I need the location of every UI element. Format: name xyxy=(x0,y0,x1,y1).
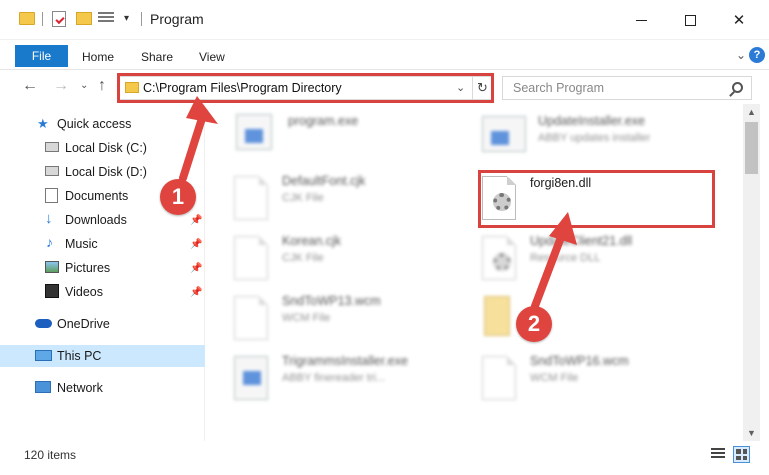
tab-share[interactable]: Share xyxy=(141,50,173,64)
gear-icon xyxy=(493,253,511,271)
scroll-thumb[interactable] xyxy=(745,122,758,174)
minimize-icon xyxy=(635,19,647,21)
sidebar-item-network[interactable]: Network xyxy=(0,377,205,399)
music-icon: ♪ xyxy=(46,234,53,250)
customize-view-icon[interactable] xyxy=(98,12,114,26)
tab-home[interactable]: Home xyxy=(82,50,114,64)
download-icon: ↓ xyxy=(45,210,53,227)
separator xyxy=(42,12,43,26)
computer-icon xyxy=(35,350,52,361)
pin-icon[interactable]: 📌 xyxy=(190,215,202,226)
videos-icon xyxy=(45,284,59,298)
pin-icon[interactable]: 📌 xyxy=(190,263,202,274)
file-list: program.exe DefaultFont.cjk CJK File Kor… xyxy=(206,104,743,441)
scroll-down-icon[interactable]: ▼ xyxy=(743,425,760,441)
close-button[interactable]: ✕ xyxy=(716,0,762,40)
maximize-icon xyxy=(684,14,696,26)
arrow-right-icon: → xyxy=(53,77,69,94)
exe-icon xyxy=(482,116,526,152)
sidebar-item-onedrive[interactable]: OneDrive xyxy=(0,313,205,335)
address-bar-highlight xyxy=(117,73,494,103)
file-item[interactable]: TrigrammsInstaller.exe ABBY finereader t… xyxy=(234,352,484,412)
star-icon: ★ xyxy=(37,116,49,131)
file-icon xyxy=(482,356,516,400)
dll-file-icon xyxy=(482,236,516,280)
recent-locations-button[interactable]: ⌄ xyxy=(80,80,88,91)
pin-icon[interactable]: 📌 xyxy=(190,287,202,298)
exe-icon xyxy=(234,356,268,400)
forward-button[interactable]: → xyxy=(53,77,69,95)
file-icon xyxy=(234,236,268,280)
file-item[interactable]: program.exe xyxy=(236,112,486,172)
maximize-button[interactable] xyxy=(667,0,713,40)
sidebar-item-quick-access[interactable]: ★ Quick access xyxy=(0,113,205,135)
file-item[interactable]: DefaultFont.cjk CJK File xyxy=(234,172,484,232)
folder-icon xyxy=(484,296,510,336)
window-title: Program xyxy=(150,11,204,27)
search-input[interactable]: Search Program xyxy=(502,76,752,100)
step-badge-2: 2 xyxy=(516,306,552,342)
ribbon: File Home Share View ⌄ ? xyxy=(0,40,769,70)
separator xyxy=(141,12,142,26)
status-bar: 120 items xyxy=(0,441,769,475)
pictures-icon xyxy=(45,261,59,273)
tab-file[interactable]: File xyxy=(15,45,68,67)
sidebar-item-this-pc[interactable]: This PC xyxy=(0,345,205,367)
step-badge-1: 1 xyxy=(160,179,196,215)
file-icon xyxy=(234,176,268,220)
pin-icon[interactable]: 📌 xyxy=(190,239,202,250)
exe-icon xyxy=(236,114,272,150)
item-count: 120 items xyxy=(24,448,77,462)
cloud-icon xyxy=(35,319,52,328)
scroll-up-icon[interactable]: ▲ xyxy=(743,104,760,120)
folder-icon xyxy=(19,12,35,25)
search-icon[interactable] xyxy=(732,82,743,93)
file-item[interactable]: UpdateClient21.dll Resource DLL xyxy=(482,232,732,292)
details-view-icon[interactable] xyxy=(711,448,725,461)
large-icons-view-icon[interactable] xyxy=(733,446,750,463)
sidebar-item-videos[interactable]: Videos 📌 xyxy=(0,281,205,303)
file-item[interactable]: SndToWP13.wcm WCM File xyxy=(234,292,484,352)
arrow-up-icon: ↑ xyxy=(98,77,106,94)
sidebar-item-music[interactable]: ♪ Music 📌 xyxy=(0,233,205,255)
file-item[interactable]: UpdateInstaller.exe ABBY updates install… xyxy=(482,112,732,172)
title-bar: ▾ Program ✕ xyxy=(0,0,769,40)
file-item[interactable]: Korean.cjk CJK File xyxy=(234,232,484,292)
documents-icon xyxy=(45,188,58,203)
help-icon[interactable]: ? xyxy=(749,47,765,63)
drive-icon xyxy=(45,166,59,176)
tab-view[interactable]: View xyxy=(199,50,225,64)
drive-icon xyxy=(45,142,59,152)
expand-ribbon-icon[interactable]: ⌄ xyxy=(736,48,746,62)
up-button[interactable]: ↑ xyxy=(98,77,106,95)
dll-file-highlight xyxy=(478,170,715,228)
chevron-down-icon: ⌄ xyxy=(80,80,89,91)
file-item[interactable]: SndToWP16.wcm WCM File xyxy=(482,352,732,412)
minimize-button[interactable] xyxy=(618,0,664,40)
close-icon: ✕ xyxy=(732,12,746,29)
properties-icon[interactable] xyxy=(52,11,66,27)
arrow-left-icon: ← xyxy=(22,77,38,94)
sidebar-item-pictures[interactable]: Pictures 📌 xyxy=(0,257,205,279)
navigation-pane: ★ Quick access Local Disk (C:) Local Dis… xyxy=(0,104,205,441)
network-icon xyxy=(35,381,51,393)
quick-access-dropdown-icon[interactable]: ▾ xyxy=(124,13,129,24)
new-folder-icon[interactable] xyxy=(76,12,92,25)
vertical-scrollbar[interactable]: ▲ ▼ xyxy=(743,104,760,441)
back-button[interactable]: ← xyxy=(22,77,38,95)
sidebar-item-local-disk-c[interactable]: Local Disk (C:) xyxy=(0,137,205,159)
file-icon xyxy=(234,296,268,340)
search-placeholder: Search Program xyxy=(513,81,605,95)
